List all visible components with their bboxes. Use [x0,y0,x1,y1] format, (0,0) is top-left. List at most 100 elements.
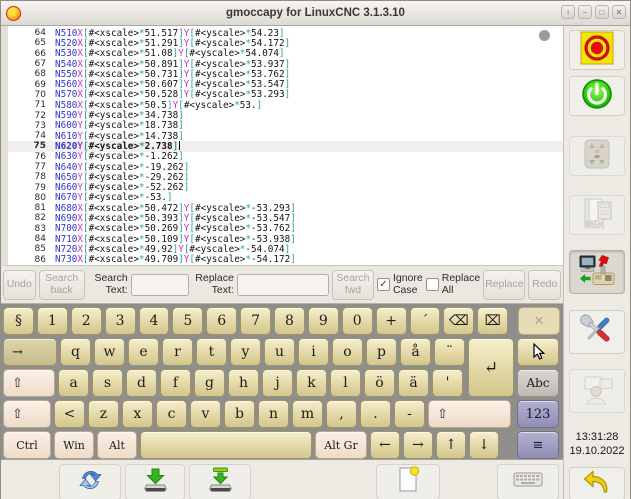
key-123[interactable]: 123 [517,400,559,428]
key-comma[interactable]: , [326,400,357,428]
key-left-arrow[interactable]: ← [370,431,400,459]
key-r[interactable]: r [162,338,193,366]
key-9[interactable]: 9 [308,307,339,335]
key-tab[interactable]: → [3,338,57,366]
key-space[interactable] [140,431,312,459]
undo-button[interactable]: Undo [3,270,36,300]
key-k[interactable]: k [296,369,327,397]
key-0[interactable]: 0 [342,307,373,335]
search-fwd-button[interactable]: Search fwd [332,270,374,300]
gcode-editor[interactable]: 64N510X[#<xscale>*51.517]Y[#<yscale>*54.… [1,26,563,266]
search-text-input[interactable] [131,274,189,296]
key-s[interactable]: s [92,369,123,397]
key-e[interactable]: e [128,338,159,366]
replace-button[interactable]: Replace [483,270,525,300]
minimize-button[interactable]: − [578,5,592,19]
new-file-button[interactable] [376,464,440,499]
key-altgr[interactable]: Alt Gr [315,431,367,459]
key-less[interactable]: < [54,400,85,428]
key-3[interactable]: 3 [105,307,136,335]
key-x[interactable]: x [122,400,153,428]
key-u[interactable]: u [264,338,295,366]
key-o[interactable]: o [332,338,363,366]
key-adiaeresis[interactable]: ä [398,369,429,397]
key-z[interactable]: z [88,400,119,428]
reload-button[interactable] [59,464,121,499]
key-ctrl[interactable]: Ctrl [3,431,51,459]
manual-button[interactable] [569,136,625,176]
key-plus[interactable]: + [376,307,407,335]
key-shift-right[interactable]: ⇧ [428,400,511,428]
key-win[interactable]: Win [54,431,94,459]
key-close[interactable]: ✕ [518,307,560,335]
key-minus[interactable]: - [394,400,425,428]
key-alt[interactable]: Alt [97,431,137,459]
ignore-case-checkbox[interactable]: ✓ [377,278,390,291]
key-caps[interactable]: ⇧ [3,369,55,397]
key-up-arrow[interactable]: ↑ [436,431,466,459]
line-number: 80 [8,193,55,203]
key-apostrophe[interactable]: ' [432,369,463,397]
key-period[interactable]: . [360,400,391,428]
key-delete[interactable]: ⌧ [477,307,508,335]
key-6[interactable]: 6 [206,307,237,335]
key-d[interactable]: d [126,369,157,397]
key-enter[interactable]: ↵ [468,338,514,397]
key-h[interactable]: h [228,369,259,397]
key-aring[interactable]: å [400,338,431,366]
power-button[interactable] [569,76,625,116]
maximize-button[interactable]: □ [595,5,609,19]
redo-button[interactable]: Redo [528,270,561,300]
key-down-arrow[interactable]: ↓ [469,431,499,459]
line-number: 85 [8,244,55,254]
key-diaeresis[interactable]: ¨ [434,338,465,366]
key-b[interactable]: b [224,400,255,428]
key-i[interactable]: i [298,338,329,366]
key-n[interactable]: n [258,400,289,428]
search-back-button[interactable]: Search back [39,270,85,300]
key-q[interactable]: q [60,338,91,366]
key-y[interactable]: y [230,338,261,366]
key-p[interactable]: p [366,338,397,366]
key-right-arrow[interactable]: → [403,431,433,459]
auto-button[interactable] [569,250,625,294]
open-button[interactable] [125,464,185,499]
key-backspace[interactable]: ⌫ [443,307,474,335]
user-button[interactable] [569,369,625,413]
key-section[interactable]: § [3,307,34,335]
replace-text-input[interactable] [237,274,329,296]
key-l[interactable]: l [330,369,361,397]
settings-button[interactable] [569,310,625,354]
key-4[interactable]: 4 [139,307,170,335]
replace-all-checkbox[interactable] [426,278,439,291]
settings-icon [578,311,616,354]
key-8[interactable]: 8 [274,307,305,335]
key-2[interactable]: 2 [71,307,102,335]
key-pointer[interactable] [517,338,559,366]
key-shift-left[interactable]: ⇧ [3,400,51,428]
key-w[interactable]: w [94,338,125,366]
key-j[interactable]: j [262,369,293,397]
save-button[interactable] [189,464,251,499]
key-menu[interactable]: ≡ [517,431,559,459]
key-g[interactable]: g [194,369,225,397]
key-f[interactable]: f [160,369,191,397]
onscreen-keyboard-button[interactable] [497,464,559,499]
back-button[interactable] [569,467,625,499]
key-5[interactable]: 5 [172,307,203,335]
shade-button[interactable]: ↑ [561,5,575,19]
key-acute[interactable]: ´ [410,307,441,335]
key-1[interactable]: 1 [37,307,68,335]
key-c[interactable]: c [156,400,187,428]
scrollbar-thumb[interactable] [539,30,550,41]
key-a[interactable]: a [58,369,89,397]
key-m[interactable]: m [292,400,323,428]
key-v[interactable]: v [190,400,221,428]
estop-button[interactable] [569,30,625,70]
key-t[interactable]: t [196,338,227,366]
key-7[interactable]: 7 [240,307,271,335]
mdi-button[interactable]: MDI [569,195,625,235]
close-button[interactable]: ✕ [612,5,626,19]
key-odiaeresis[interactable]: ö [364,369,395,397]
key-abc[interactable]: Abc [517,369,559,397]
